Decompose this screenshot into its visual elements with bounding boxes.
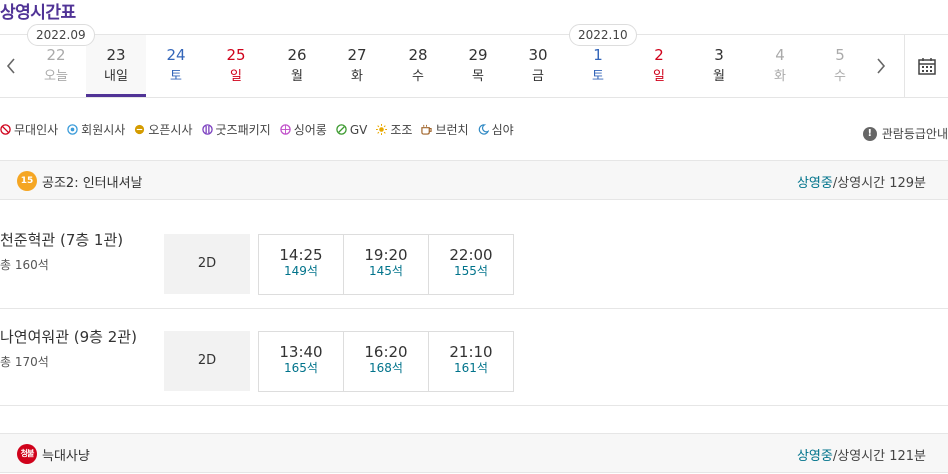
screen-format: 2D	[164, 234, 250, 294]
showtime-button[interactable]: 21:10 161석	[428, 331, 514, 392]
page-title: 상영시간표	[0, 3, 76, 23]
showtime-button[interactable]: 14:25 149석	[258, 234, 344, 295]
next-date-button[interactable]	[870, 35, 892, 97]
theater-row: 천준혁관 (7층 1관) 총 160석 2D 14:25 149석 19:20 14…	[0, 212, 948, 309]
rating-guide-link[interactable]: ! 관람등급안내	[862, 125, 948, 142]
date-item-selected[interactable]: 23 내일	[86, 35, 146, 97]
chevron-right-icon	[877, 58, 886, 74]
gv-icon	[336, 124, 347, 135]
movie-title[interactable]: 늑대사냥	[42, 445, 90, 464]
legend-item: GV	[336, 121, 367, 138]
coffee-cup-icon	[421, 124, 433, 135]
theater-row: 나연여워관 (9층 2관) 총 170석 2D 13:40 165석 16:20 1…	[0, 309, 948, 406]
legend-item: 무대인사	[0, 121, 58, 138]
date-item[interactable]: 30 금	[508, 35, 568, 97]
legend-item: 회원시사	[67, 121, 125, 138]
date-strip: 2022.09 2022.10 22 오늘 23 내일 24 토 25 일 26 월 27…	[0, 24, 948, 98]
date-item[interactable]: 26 월	[267, 35, 327, 97]
info-icon: !	[862, 126, 877, 141]
hall-total-seats: 총 160석	[0, 258, 49, 272]
date-item-disabled: 5수	[834, 46, 846, 84]
sing-along-icon	[279, 124, 291, 135]
date-item[interactable]: 25 일	[206, 35, 266, 97]
showtime-list: 14:25 149석 19:20 145석 22:00 155석	[258, 234, 514, 295]
moon-icon	[478, 124, 489, 135]
member-circle-icon	[67, 124, 78, 135]
date-item[interactable]: 3월	[689, 35, 749, 97]
goods-package-icon	[201, 124, 213, 135]
open-circle-icon	[135, 124, 145, 135]
legend-item: 오픈시사	[134, 121, 193, 138]
date-item[interactable]: 29 목	[448, 35, 508, 97]
sun-icon	[376, 124, 388, 135]
month-badge-sep: 2022.09	[27, 24, 95, 46]
calendar-icon	[917, 58, 936, 75]
date-item[interactable]: 24 토	[146, 35, 206, 97]
hall-name: 나연여워관 (9층 2관)	[0, 328, 137, 346]
screen-format: 2D	[164, 331, 250, 391]
movie-header: 15 공조2: 인터내셔날 상영중/상영시간 129분	[0, 160, 948, 200]
showtime-button[interactable]: 16:20 168석	[343, 331, 429, 392]
prev-date-button[interactable]	[0, 35, 22, 97]
legend-item: 심야	[478, 121, 514, 138]
age-rating-badge: 15	[17, 171, 37, 191]
showtime-button[interactable]: 13:40 165석	[258, 331, 344, 392]
showtime-button[interactable]: 19:20 145석	[343, 234, 429, 295]
date-item-disabled: 4화	[774, 46, 786, 84]
running-info: 상영중/상영시간 129분	[796, 176, 926, 191]
running-info: 상영중/상영시간 121분	[796, 449, 926, 464]
chevron-left-icon	[6, 58, 15, 74]
hall-name: 천준혁관 (7층 1관)	[0, 231, 124, 249]
no-entry-icon	[0, 124, 11, 135]
showtime-button[interactable]: 22:00 155석	[428, 234, 514, 295]
legend-item: 조조	[376, 121, 412, 138]
date-item[interactable]: 28 수	[388, 35, 448, 97]
month-badge-oct: 2022.10	[569, 24, 637, 46]
movie-title[interactable]: 공조2: 인터내셔날	[42, 172, 143, 191]
showtime-list: 13:40 165석 16:20 168석 21:10 161석	[258, 331, 514, 392]
date-item[interactable]: 27 화	[327, 35, 387, 97]
legend-item: 브런치	[421, 121, 469, 138]
movie-header: 청불 늑대사냥 상영중/상영시간 121분	[0, 433, 948, 473]
hall-total-seats: 총 170석	[0, 355, 49, 369]
date-item[interactable]: 2일	[629, 35, 689, 97]
legend-item: 싱어롱	[279, 121, 327, 138]
legend-item: 굿즈패키지	[201, 121, 271, 138]
age-rating-badge: 청불	[17, 444, 37, 464]
calendar-button[interactable]	[904, 35, 948, 97]
screening-type-legend: 무대인사 회원시사 오픈시사 굿즈패키지 싱어롱 GV 조조 브런치 심야	[0, 121, 514, 138]
